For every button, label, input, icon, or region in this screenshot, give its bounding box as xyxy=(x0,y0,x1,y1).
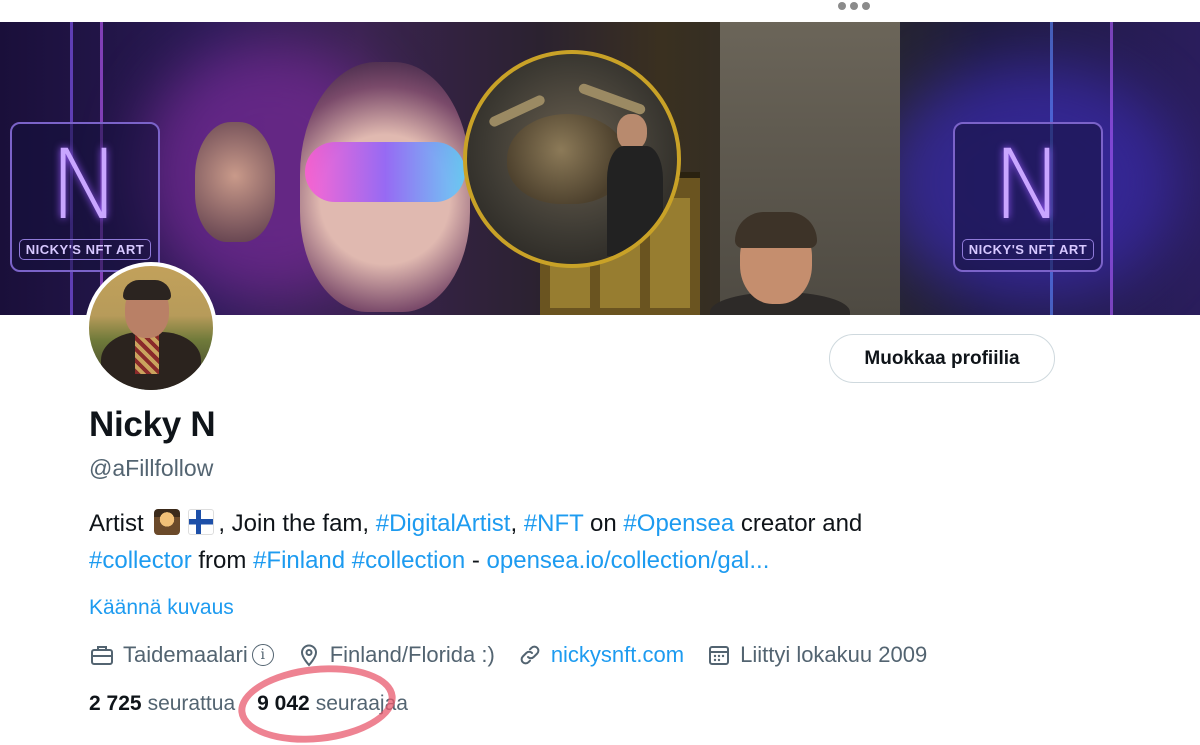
location-pin-icon xyxy=(296,642,322,668)
meta-joined: Liittyi lokakuu 2009 xyxy=(706,642,927,668)
nft-logo-caption: NICKY'S NFT ART xyxy=(961,239,1095,260)
bio-text: , xyxy=(510,510,524,537)
nft-logo-letter: N xyxy=(49,129,121,241)
banner-man-hair xyxy=(735,212,817,248)
bio-text: Artist xyxy=(89,510,151,537)
following-count[interactable]: 2 725 xyxy=(89,692,142,716)
bio-text xyxy=(345,547,352,574)
bio-external-link[interactable]: opensea.io/collection/gal... xyxy=(487,547,770,574)
meta-location: Finland/Florida :) xyxy=(296,642,495,668)
followers-label[interactable]: seuraajaa xyxy=(316,692,408,716)
top-strip xyxy=(0,0,1200,22)
artist-emoji-icon xyxy=(154,509,181,535)
bio-text: on xyxy=(583,510,624,537)
bio-text: , Join the fam, xyxy=(218,510,376,537)
meta-category: Taidemaalari i xyxy=(89,642,274,668)
profile-avatar[interactable] xyxy=(85,262,217,394)
hashtag-link[interactable]: #collection xyxy=(352,547,465,574)
profile-bio: Artist , Join the fam, #DigitalArtist, #… xyxy=(89,505,1089,579)
website-link[interactable]: nickysnft.com xyxy=(551,642,684,668)
nft-logo-letter: N xyxy=(992,129,1064,241)
calendar-icon xyxy=(706,642,732,668)
info-icon[interactable]: i xyxy=(251,644,274,666)
bio-text: from xyxy=(191,547,254,574)
nft-logo-left: N NICKY'S NFT ART xyxy=(10,122,160,272)
profile-handle: @aFillfollow xyxy=(89,455,214,481)
more-options-icon[interactable] xyxy=(838,2,870,10)
hashtag-link[interactable]: #collector xyxy=(89,547,192,574)
banner-bull-medallion xyxy=(463,50,681,268)
profile-display-name: Nicky N xyxy=(89,405,216,444)
profile-meta-row: Taidemaalari i Finland/Florida :) nickys… xyxy=(89,642,949,668)
meta-location-label: Finland/Florida :) xyxy=(329,642,495,667)
meta-website[interactable]: nickysnft.com xyxy=(517,642,684,668)
translate-bio-link[interactable]: Käännä kuvaus xyxy=(89,596,234,620)
finland-flag-icon xyxy=(188,509,215,535)
banner-face-small xyxy=(195,122,275,242)
link-icon xyxy=(517,642,543,668)
nft-logo-right: N NICKY'S NFT ART xyxy=(953,122,1103,272)
hashtag-link[interactable]: #Finland xyxy=(253,547,345,574)
edit-profile-button[interactable]: Muokkaa profiilia xyxy=(829,334,1055,383)
following-label[interactable]: seurattua xyxy=(148,692,236,716)
banner-neon-line xyxy=(1110,22,1113,315)
bio-text: - xyxy=(465,547,487,574)
meta-category-label: Taidemaalari xyxy=(123,642,248,667)
nft-logo-caption: NICKY'S NFT ART xyxy=(18,239,152,260)
followers-count[interactable]: 9 042 xyxy=(257,692,310,716)
hashtag-link[interactable]: #DigitalArtist xyxy=(376,510,511,537)
hashtag-link[interactable]: #Opensea xyxy=(623,510,734,537)
bio-text: creator and xyxy=(734,510,863,537)
hashtag-link[interactable]: #NFT xyxy=(524,510,584,537)
meta-joined-label: Liittyi lokakuu 2009 xyxy=(740,642,928,667)
profile-stats: 2 725 seurattua 9 042 seuraajaa xyxy=(89,692,430,716)
banner-visor xyxy=(305,142,465,202)
briefcase-icon xyxy=(89,642,115,668)
